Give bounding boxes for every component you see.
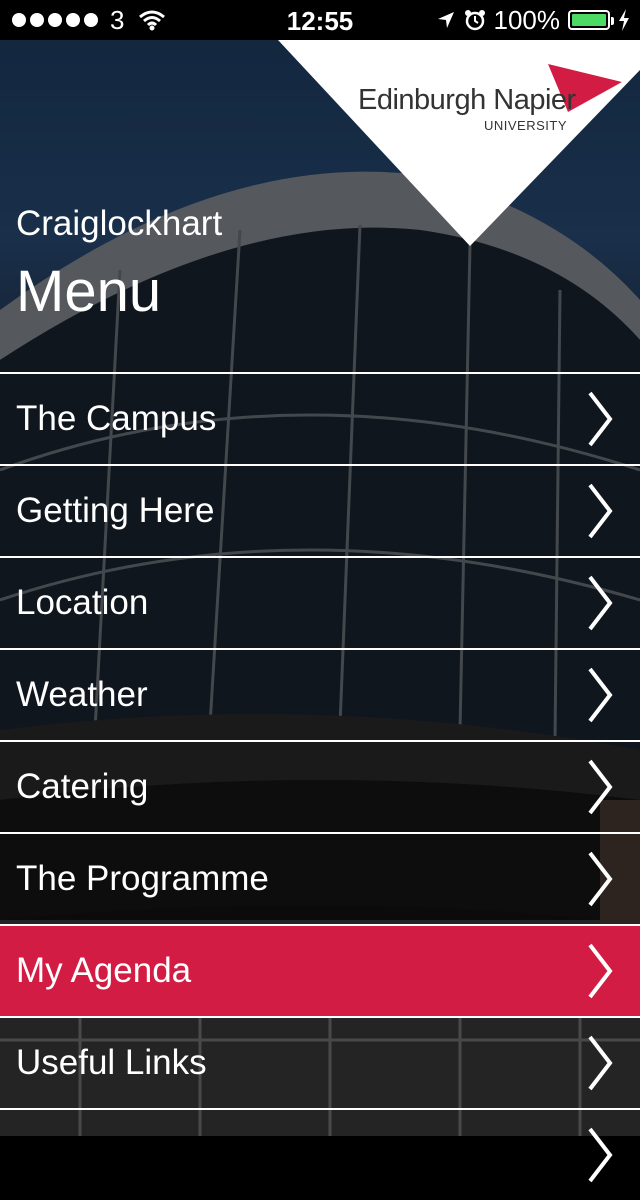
chevron-right-icon <box>588 483 613 539</box>
menu-item-label: Weather <box>16 675 148 714</box>
menu-item-label: Catering <box>16 767 149 806</box>
menu-item-partial[interactable] <box>0 1108 640 1200</box>
chevron-right-icon <box>588 943 613 999</box>
status-right-group: 100% <box>436 0 631 40</box>
menu-item-label: The Programme <box>16 859 269 898</box>
logo-banner <box>278 40 640 246</box>
menu-item-label: The Campus <box>16 399 217 438</box>
status-bar: 3 12:55 100% <box>0 0 640 40</box>
menu-item-label: Useful Links <box>16 1043 207 1082</box>
main-menu: The Campus Getting Here Location Weather… <box>0 372 640 1200</box>
battery-icon <box>568 10 614 30</box>
chevron-right-icon <box>588 1035 613 1091</box>
logo-name: Edinburgh Napier <box>358 84 576 116</box>
page-title: Menu <box>16 259 162 324</box>
chevron-right-icon <box>588 575 613 631</box>
menu-item-the-campus[interactable]: The Campus <box>0 372 640 464</box>
chevron-right-icon <box>588 667 613 723</box>
menu-item-getting-here[interactable]: Getting Here <box>0 464 640 556</box>
menu-item-label: My Agenda <box>16 951 192 990</box>
chevron-right-icon <box>588 851 613 907</box>
menu-item-catering[interactable]: Catering <box>0 740 640 832</box>
battery-percent: 100% <box>493 4 561 35</box>
chevron-right-icon <box>588 759 613 815</box>
menu-item-location[interactable]: Location <box>0 556 640 648</box>
menu-item-the-programme[interactable]: The Programme <box>0 832 640 924</box>
menu-item-weather[interactable]: Weather <box>0 648 640 740</box>
chevron-right-icon <box>588 1127 613 1183</box>
menu-item-label: Getting Here <box>16 491 215 530</box>
chevron-right-icon <box>588 391 613 447</box>
menu-item-useful-links[interactable]: Useful Links <box>0 1016 640 1108</box>
menu-item-my-agenda[interactable]: My Agenda <box>0 924 640 1016</box>
menu-item-label: Location <box>16 583 149 622</box>
charging-bolt-icon <box>619 9 629 31</box>
logo-subtitle: UNIVERSITY <box>484 118 568 133</box>
location-arrow-icon <box>437 12 454 28</box>
campus-subtitle: Craiglockhart <box>16 204 223 243</box>
alarm-icon <box>464 10 485 31</box>
